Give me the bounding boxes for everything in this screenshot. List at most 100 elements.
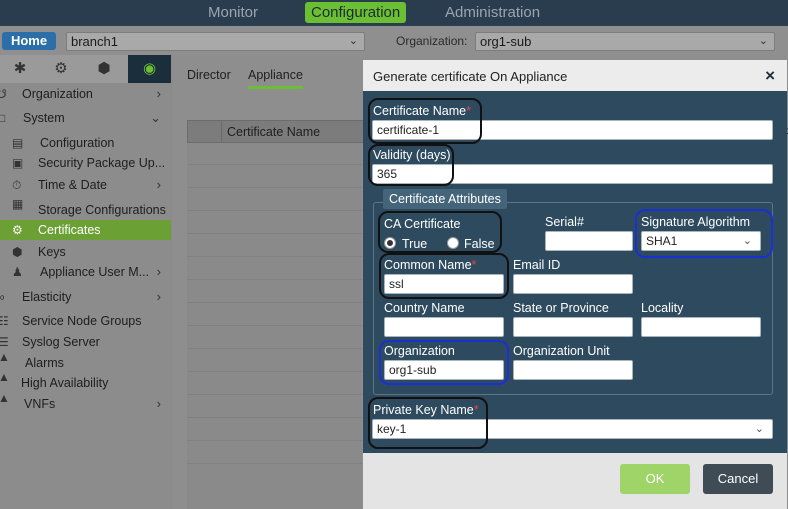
chevron-down-icon: ⌄	[348, 35, 358, 47]
network-icon[interactable]: ✱	[0, 55, 40, 83]
gear-icon[interactable]: ⚙	[41, 55, 81, 83]
common-name-input[interactable]: ssl	[384, 274, 504, 294]
top-navigation: Monitor Configuration Administration	[0, 0, 788, 26]
email-label: Email ID	[513, 258, 561, 272]
sidebar-item-system[interactable]: □ System ⌄	[0, 108, 171, 128]
sidebar-item-elasticity[interactable]: ∞ Elasticity ›	[0, 287, 171, 307]
generate-certificate-dialog: Generate certificate On Appliance × Cert…	[363, 60, 787, 509]
ca-true-radio[interactable]	[384, 237, 396, 249]
dialog-header: Generate certificate On Appliance ×	[363, 60, 787, 91]
ha-icon: ▲	[0, 370, 10, 384]
sidebar-item-organization[interactable]: ☋ Organization ›	[0, 84, 171, 104]
sidebar-item-configuration[interactable]: ▤ Configuration	[0, 133, 171, 153]
private-key-name-value: key-1	[377, 422, 407, 436]
sidebar-item-label: Certificates	[38, 223, 101, 237]
sidebar-item-label: High Availability	[21, 376, 109, 390]
clock-icon: ⏱	[12, 178, 22, 192]
chevron-right-icon: ›	[156, 396, 161, 411]
table-row[interactable]	[187, 212, 362, 234]
sidebar-item-appliance-users[interactable]: ♟ Appliance User M... ›	[0, 262, 171, 282]
organization-input[interactable]: org1-sub	[384, 360, 504, 380]
home-button[interactable]: Home	[2, 32, 56, 50]
table-row[interactable]	[187, 442, 362, 464]
state-input[interactable]	[513, 317, 633, 337]
table-row[interactable]	[187, 350, 362, 372]
nav-administration[interactable]: Administration	[439, 2, 546, 23]
sidebar-item-label: Alarms	[25, 356, 64, 370]
key-icon: ⬢	[12, 245, 23, 259]
certificate-name-label-text: Certificate Name	[373, 104, 467, 118]
organization-select[interactable]: org1-sub ⌄	[475, 32, 775, 51]
serial-input[interactable]	[545, 231, 633, 251]
country-input[interactable]	[384, 317, 504, 337]
sidebar-item-label: Configuration	[40, 136, 115, 150]
sidebar-tabs: ✱ ⚙ ⬢ ◉	[0, 55, 171, 83]
dialog-title: Generate certificate On Appliance	[373, 69, 568, 84]
sidebar-item-label: Elasticity	[22, 290, 72, 304]
tab-appliance[interactable]: Appliance	[248, 68, 303, 89]
sidebar-item-label: Time & Date	[38, 178, 108, 192]
sidebar-item-label: System	[23, 111, 65, 125]
cancel-button[interactable]: Cancel	[703, 464, 773, 494]
table-row[interactable]	[187, 281, 362, 303]
tab-director[interactable]: Director	[187, 68, 231, 82]
sidebar-item-alarms[interactable]: ▲ Alarms	[0, 350, 171, 373]
serial-label: Serial#	[545, 215, 584, 229]
signature-algorithm-label: Signature Algorithm	[641, 215, 751, 229]
common-name-label: Common Name*	[384, 258, 476, 272]
ca-false-radio[interactable]	[447, 237, 459, 249]
cube-icon[interactable]: ⬢	[84, 55, 124, 83]
table-row[interactable]	[187, 166, 362, 188]
certificates-table-header: Certificate Name	[187, 120, 367, 143]
nodes-icon: ☷	[0, 314, 9, 328]
private-key-name-label: Private Key Name*	[373, 403, 479, 417]
chevron-right-icon: ›	[156, 177, 161, 192]
certificate-attributes-legend: Certificate Attributes	[383, 189, 507, 209]
private-key-name-select[interactable]: key-1 ⌄	[372, 419, 773, 439]
table-row[interactable]	[187, 419, 362, 441]
sidebar-item-security-package[interactable]: ▣ Security Package Up...	[0, 153, 171, 173]
globe-gear-icon[interactable]: ◉	[128, 55, 171, 83]
sidebar-item-certificates[interactable]: ⚙ Certificates	[0, 220, 171, 240]
sidebar-item-time-date[interactable]: ⏱ Time & Date ›	[0, 175, 171, 195]
device-select[interactable]: branch1 ⌄	[66, 32, 365, 51]
sidebar-item-label: Keys	[38, 245, 66, 259]
nav-monitor[interactable]: Monitor	[202, 2, 264, 23]
ca-true-label: True	[402, 237, 428, 251]
sidebar-item-label: VNFs	[24, 397, 56, 411]
email-input[interactable]	[513, 274, 633, 294]
sidebar-item-label: Security Package Up...	[38, 156, 166, 170]
table-row[interactable]	[187, 143, 362, 165]
sidebar-item-label: Organization	[22, 87, 93, 101]
sidebar-item-storage[interactable]: ▦ Storage Configurations	[0, 197, 171, 220]
validity-input[interactable]: 365	[372, 164, 773, 184]
table-row[interactable]	[187, 189, 362, 211]
required-mark: *	[471, 258, 477, 272]
table-row[interactable]	[187, 304, 362, 326]
sidebar-item-label: Appliance User M...	[40, 265, 150, 279]
sidebar-item-vnfs[interactable]: ▲ VNFs ›	[0, 391, 171, 414]
table-row[interactable]	[187, 396, 362, 418]
signature-algorithm-select[interactable]: SHA1 ⌄	[641, 231, 761, 251]
table-row[interactable]	[187, 258, 362, 280]
nav-configuration[interactable]: Configuration	[305, 2, 407, 23]
monitor-icon: □	[0, 111, 6, 125]
alarm-icon: ▲	[0, 350, 10, 364]
column-certificate-name[interactable]: Certificate Name	[227, 125, 320, 139]
sidebar-item-high-availability[interactable]: ▲ High Availability	[0, 370, 171, 393]
ok-button[interactable]: OK	[620, 464, 690, 494]
sidebar-item-syslog[interactable]: ☰ Syslog Server	[0, 332, 171, 352]
dialog-footer: OK Cancel	[363, 453, 787, 509]
certificate-name-input[interactable]: certificate-1	[372, 120, 773, 140]
organization-unit-input[interactable]	[513, 360, 633, 380]
table-row[interactable]	[187, 327, 362, 349]
close-icon[interactable]: ×	[765, 66, 775, 86]
organization-select-value: org1-sub	[480, 34, 532, 49]
sidebar-item-keys[interactable]: ⬢ Keys	[0, 242, 171, 262]
table-row[interactable]	[187, 235, 362, 257]
table-row[interactable]	[187, 373, 362, 395]
locality-input[interactable]	[641, 317, 761, 337]
storage-icon: ▦	[12, 197, 24, 211]
sidebar-item-label: Storage Configurations	[38, 203, 166, 217]
sidebar-item-service-node-groups[interactable]: ☷ Service Node Groups	[0, 311, 171, 331]
